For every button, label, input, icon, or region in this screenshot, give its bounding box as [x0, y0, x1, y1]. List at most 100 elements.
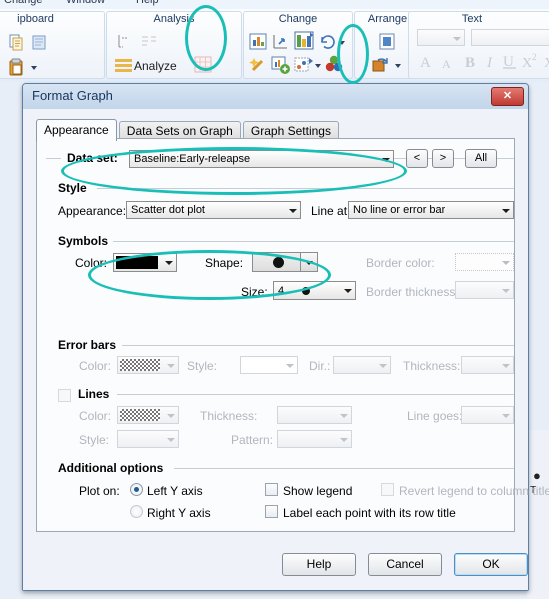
- change-graph-type-icon[interactable]: [247, 31, 269, 53]
- format-points-dropdown-icon[interactable]: [315, 64, 321, 68]
- add-data-icon[interactable]: [270, 54, 292, 76]
- interpolate-icon[interactable]: [115, 31, 137, 53]
- change-axis-icon[interactable]: [270, 31, 292, 53]
- line-style-label: Style:: [79, 433, 110, 447]
- dialog-title-bar[interactable]: Format Graph ✕: [23, 84, 528, 110]
- arrange-front-icon[interactable]: [376, 31, 398, 53]
- radio-left-y-axis[interactable]: [130, 483, 143, 496]
- chevron-down-icon: [340, 414, 348, 418]
- dataset-value: Baseline:Early-releapse: [134, 153, 251, 165]
- section-title-error-bars: Error bars: [58, 338, 122, 352]
- menu-item-help[interactable]: Help: [136, 0, 159, 6]
- checkbox-label-each-point-label[interactable]: Label each point with its row title: [283, 506, 456, 520]
- format-graph-icon[interactable]: [293, 30, 315, 52]
- chevron-down-icon: [344, 289, 352, 293]
- section-rule-lines: [117, 394, 514, 395]
- radio-right-y-axis[interactable]: [130, 505, 143, 518]
- cancel-button[interactable]: Cancel: [368, 553, 442, 576]
- checkbox-label-each-point[interactable]: [265, 505, 278, 518]
- rotate-icon[interactable]: [317, 31, 339, 53]
- grow-font-icon[interactable]: A: [417, 50, 439, 72]
- dataset-next-button[interactable]: >: [432, 149, 454, 168]
- subscript-icon[interactable]: X2: [542, 50, 549, 72]
- line-style-combo: [117, 430, 179, 448]
- chevron-down-icon: [502, 209, 510, 213]
- background-window-fragment: ● T: [527, 430, 549, 599]
- arrange-rotate-icon[interactable]: [370, 54, 392, 76]
- underline-icon[interactable]: U: [499, 50, 521, 72]
- filled-circle-symbol-icon: [273, 257, 284, 268]
- filled-circle-symbol-icon: [302, 287, 310, 295]
- analyze-icon[interactable]: [113, 54, 135, 76]
- analyze-label[interactable]: Analyze: [134, 59, 177, 73]
- line-color-combo: [117, 406, 179, 424]
- help-button[interactable]: Help: [282, 553, 356, 576]
- plot-on-label: Plot on:: [79, 484, 120, 498]
- border-color-label: Border color:: [366, 256, 435, 270]
- section-rule-symbols: [113, 241, 514, 242]
- border-thickness-label: Border thickness:: [366, 285, 459, 299]
- appearance-combo[interactable]: Scatter dot plot: [126, 201, 301, 219]
- dataset-prev-button[interactable]: <: [406, 149, 428, 168]
- chevron-down-icon: [502, 414, 510, 418]
- radio-left-y-axis-label[interactable]: Left Y axis: [147, 484, 203, 498]
- dataset-rule-left: [46, 158, 61, 159]
- wand-icon[interactable]: [247, 54, 269, 76]
- error-bar-dir-label: Dir.:: [309, 359, 331, 373]
- font-size-select[interactable]: [471, 29, 549, 46]
- error-bar-style-label: Style:: [187, 359, 218, 373]
- bold-icon[interactable]: B: [460, 50, 482, 72]
- error-bar-thickness-combo: [461, 356, 514, 374]
- dataset-rule-mid3: [454, 158, 465, 159]
- ribbon-group-title-analysis: Analysis: [153, 13, 195, 25]
- error-bar-color-combo: [117, 356, 179, 374]
- copy-icon[interactable]: [6, 32, 28, 54]
- dataset-combo[interactable]: Baseline:Early-releapse: [129, 150, 394, 168]
- menu-item-change[interactable]: Change: [4, 0, 43, 6]
- format-graph-dialog: Format Graph ✕ Appearance Data Sets on G…: [22, 83, 549, 591]
- paste-icon[interactable]: [6, 56, 28, 78]
- section-rule-style: [97, 188, 514, 189]
- line-at-combo[interactable]: No line or error bar: [348, 201, 514, 219]
- duplicate-icon[interactable]: [29, 32, 51, 54]
- menu-item-window[interactable]: Window: [66, 0, 105, 6]
- appearance-label: Appearance:: [58, 204, 127, 218]
- checkbox-show-legend-label[interactable]: Show legend: [283, 484, 352, 498]
- chevron-down-icon: [167, 414, 175, 418]
- ribbon-group-clipboard: ipboard: [0, 11, 105, 79]
- radio-right-y-axis-label[interactable]: Right Y axis: [147, 506, 211, 520]
- checkbox-show-legend[interactable]: [265, 483, 278, 496]
- superscript-icon[interactable]: X2: [520, 50, 542, 72]
- paste-dropdown-icon[interactable]: [31, 66, 37, 70]
- svg-text:B: B: [465, 55, 475, 71]
- dataset-label: Data set:: [67, 151, 118, 165]
- tab-appearance[interactable]: Appearance: [36, 119, 117, 141]
- svg-text:X: X: [544, 56, 549, 71]
- chevron-down-icon: [453, 37, 461, 41]
- symbol-shape-combo[interactable]: [252, 252, 318, 272]
- ok-button[interactable]: OK: [454, 553, 528, 576]
- line-pattern-label: Pattern:: [231, 433, 274, 447]
- tab-strip: Appearance Data Sets on Graph Graph Sett…: [36, 119, 339, 141]
- format-points-icon[interactable]: [293, 54, 315, 76]
- chevron-down-icon: [286, 364, 294, 368]
- symbol-color-combo[interactable]: [113, 253, 177, 272]
- chevron-down-icon: [289, 209, 297, 213]
- rotate-dropdown-icon[interactable]: [339, 41, 345, 45]
- symbol-size-combo[interactable]: 4: [273, 281, 356, 300]
- arrange-dropdown-icon[interactable]: [395, 64, 401, 68]
- font-family-select[interactable]: [417, 29, 465, 46]
- ribbon-group-text-panel: Text A A B I U X2 X2: [408, 11, 549, 79]
- close-icon[interactable]: ✕: [491, 87, 524, 106]
- line-at-label: Line at:: [311, 204, 351, 218]
- lines-enable-checkbox[interactable]: [58, 389, 71, 402]
- line-goes-label: Line goes:: [407, 409, 463, 423]
- checkbox-revert-legend-label: Revert legend to column title: [399, 484, 549, 498]
- color-scheme-icon[interactable]: [323, 54, 345, 76]
- extract-icon[interactable]: [138, 31, 160, 53]
- results-table-icon[interactable]: [192, 54, 214, 76]
- chevron-down-icon: [340, 438, 348, 442]
- dataset-rule-mid1: [394, 158, 406, 159]
- shrink-font-icon[interactable]: A: [438, 52, 460, 74]
- dataset-all-button[interactable]: All: [465, 149, 497, 168]
